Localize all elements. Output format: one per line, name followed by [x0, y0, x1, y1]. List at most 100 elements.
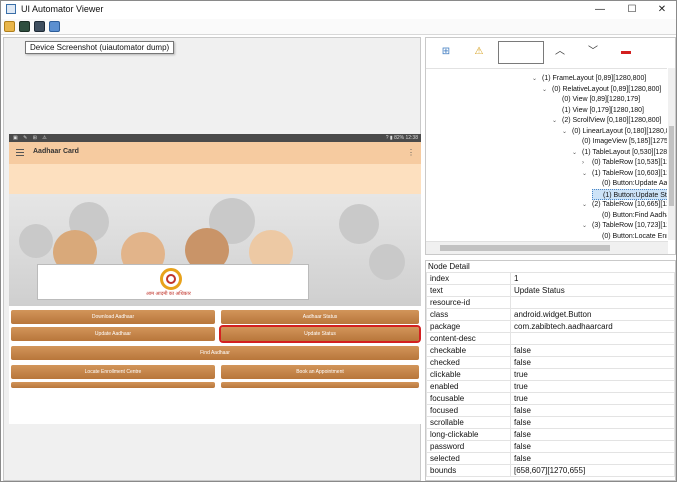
tree-node-label: (0) LinearLayout [0,180][1280,800]	[572, 127, 667, 135]
tree-node[interactable]: ⌄ (2) ScrollView [0,180][1280,800]	[552, 115, 662, 126]
property-row[interactable]: focusable true	[426, 392, 675, 405]
tree-expander-icon[interactable]: ⌄	[582, 221, 592, 232]
property-row[interactable]: scrollable false	[426, 416, 675, 429]
tree-expander-icon[interactable]: ⌄	[582, 169, 592, 180]
property-value[interactable]: Update Status	[510, 284, 675, 297]
property-row[interactable]: selected false	[426, 452, 675, 465]
property-row[interactable]: enabled true	[426, 380, 675, 393]
tree-node[interactable]: (0) Button:Locate Enrollment Centre	[592, 231, 667, 241]
clear-icon[interactable]: ▬	[620, 46, 632, 58]
property-row[interactable]: text Update Status	[426, 284, 675, 297]
minimize-button[interactable]: —	[590, 3, 610, 16]
property-value[interactable]: 1	[510, 272, 675, 285]
aadhaar-sign: आम आदमी का अधिकार	[37, 264, 309, 300]
property-key: checked	[426, 356, 511, 369]
tree-node[interactable]: ⌄ (0) RelativeLayout [0,89][1280,800]	[542, 84, 661, 95]
update-status-button[interactable]: Update Status	[219, 325, 421, 343]
property-row[interactable]: checked false	[426, 356, 675, 369]
property-value[interactable]: true	[510, 368, 675, 381]
property-row[interactable]: index 1	[426, 272, 675, 285]
expand-all-icon[interactable]: ⊞	[440, 46, 452, 58]
property-row[interactable]: long-clickable false	[426, 428, 675, 441]
open-folder-icon[interactable]	[4, 21, 15, 32]
property-key: class	[426, 308, 511, 321]
book-appointment-button[interactable]: Book an Appointment	[221, 365, 419, 379]
property-row[interactable]: resource-id	[426, 296, 675, 309]
property-value[interactable]: true	[510, 392, 675, 405]
overflow-menu-icon[interactable]: ⋮	[407, 148, 415, 157]
warning-icon[interactable]: ⚠	[473, 46, 485, 58]
property-row[interactable]: focused false	[426, 404, 675, 417]
partial-button[interactable]	[221, 382, 419, 388]
property-row[interactable]: class android.widget.Button	[426, 308, 675, 321]
tree-node[interactable]: ⌄(0) LinearLayout [0,180][1280,800]	[562, 126, 667, 137]
device-screenshot-compressed-icon[interactable]	[34, 21, 45, 32]
tree-vertical-scrollbar[interactable]	[668, 68, 675, 240]
property-value[interactable]: com.zabibtech.aadhaarcard	[510, 320, 675, 333]
tree-node[interactable]: ⌄ (1) FrameLayout [0,89][1280,800]	[532, 73, 646, 84]
tree-node[interactable]: ⌄(3) TableRow [10,723][1270,771]	[582, 220, 667, 231]
property-value[interactable]: false	[510, 440, 675, 453]
property-value[interactable]: false	[510, 428, 675, 441]
property-value[interactable]: android.widget.Button	[510, 308, 675, 321]
tree-expander-icon[interactable]: ⌄	[582, 200, 592, 211]
maximize-button[interactable]: ☐	[622, 3, 642, 16]
tree-node[interactable]: (0) Button:Update Aadhaar	[592, 178, 667, 189]
tree-horizontal-scrollbar[interactable]	[426, 241, 668, 254]
property-value[interactable]: [658,607][1270,655]	[510, 464, 675, 477]
tree-node[interactable]: ⌄(1) TableLayout [0,530][1280,800]	[572, 147, 667, 158]
tree-node[interactable]: (1) Button:Update Status	[592, 188, 667, 200]
chevron-down-icon[interactable]: ﹀	[587, 46, 599, 58]
tree-expander-icon[interactable]: ⌄	[552, 116, 562, 127]
property-row[interactable]: content-desc	[426, 332, 675, 345]
tree-node[interactable]: (1) View [0,179][1280,180]	[552, 105, 644, 116]
tree-expander-icon[interactable]: ⌄	[572, 148, 582, 159]
tree-node[interactable]: (0) Button:Find Aadhaar	[592, 210, 667, 221]
property-key: enabled	[426, 380, 511, 393]
property-value[interactable]	[510, 296, 675, 309]
property-key: focusable	[426, 392, 511, 405]
tree-node[interactable]: ⌄(1) TableRow [10,603][1270,655]	[582, 168, 667, 179]
tree-expander-icon[interactable]: ⌄	[542, 85, 552, 96]
property-row[interactable]: clickable true	[426, 368, 675, 381]
tree-node[interactable]: ⌄(2) TableRow [10,665][1270,713]	[582, 199, 667, 210]
tree-node[interactable]: ›(0) TableRow [10,535][1270,583]	[582, 157, 667, 168]
scroll-thumb[interactable]	[440, 245, 610, 251]
property-row[interactable]: package com.zabibtech.aadhaarcard	[426, 320, 675, 333]
tree-node[interactable]: (0) View [0,89][1280,179]	[552, 94, 640, 105]
filter-input[interactable]	[498, 41, 544, 64]
property-row[interactable]: password false	[426, 440, 675, 453]
tree-node-label: (1) View [0,179][1280,180]	[562, 106, 644, 114]
hamburger-menu-icon[interactable]	[16, 149, 24, 156]
tree-node[interactable]: (0) ImageView [5,185][1275,520]	[572, 136, 667, 147]
background-face	[19, 224, 53, 258]
property-value[interactable]: false	[510, 452, 675, 465]
close-button[interactable]: ✕	[652, 3, 672, 16]
partial-button[interactable]	[11, 382, 215, 388]
tree-expander-icon[interactable]: ⌄	[532, 74, 542, 85]
save-icon[interactable]	[49, 21, 60, 32]
window-title: UI Automator Viewer	[21, 4, 104, 14]
property-value[interactable]: true	[510, 380, 675, 393]
download-aadhaar-button[interactable]: Download Aadhaar	[11, 310, 215, 324]
hierarchy-tree[interactable]: ⌄ (1) FrameLayout [0,89][1280,800] ⌄ (0) Re…	[426, 68, 667, 240]
device-screenshot[interactable]: ▣ ✎ ⊞ ⚠ ? ▮ 82% 12:38 Aadhaar Card ⋮ आम …	[9, 134, 421, 424]
property-value[interactable]: false	[510, 404, 675, 417]
device-screenshot-icon[interactable]	[19, 21, 30, 32]
node-detail-header: Node Detail	[428, 262, 470, 271]
property-value[interactable]: false	[510, 416, 675, 429]
main-toolbar	[1, 19, 676, 35]
property-row[interactable]: checkable false	[426, 344, 675, 357]
find-aadhaar-button[interactable]: Find Aadhaar	[11, 346, 419, 360]
chevron-up-icon[interactable]: ︿	[554, 46, 566, 58]
property-value[interactable]: false	[510, 356, 675, 369]
locate-enrollment-centre-button[interactable]: Locate Enrollment Centre	[11, 365, 215, 379]
property-value[interactable]: false	[510, 344, 675, 357]
aadhaar-status-button[interactable]: Aadhaar Status	[221, 310, 419, 324]
tree-expander-icon[interactable]: ⌄	[562, 127, 572, 138]
update-aadhaar-button[interactable]: Update Aadhaar	[11, 327, 215, 341]
ui-automator-viewer-window: UI Automator Viewer — ☐ ✕ ▣ ✎ ⊞ ⚠ ? ▮ 82…	[0, 0, 677, 482]
scroll-thumb[interactable]	[669, 126, 674, 206]
property-value[interactable]	[510, 332, 675, 345]
property-row[interactable]: bounds [658,607][1270,655]	[426, 464, 675, 477]
